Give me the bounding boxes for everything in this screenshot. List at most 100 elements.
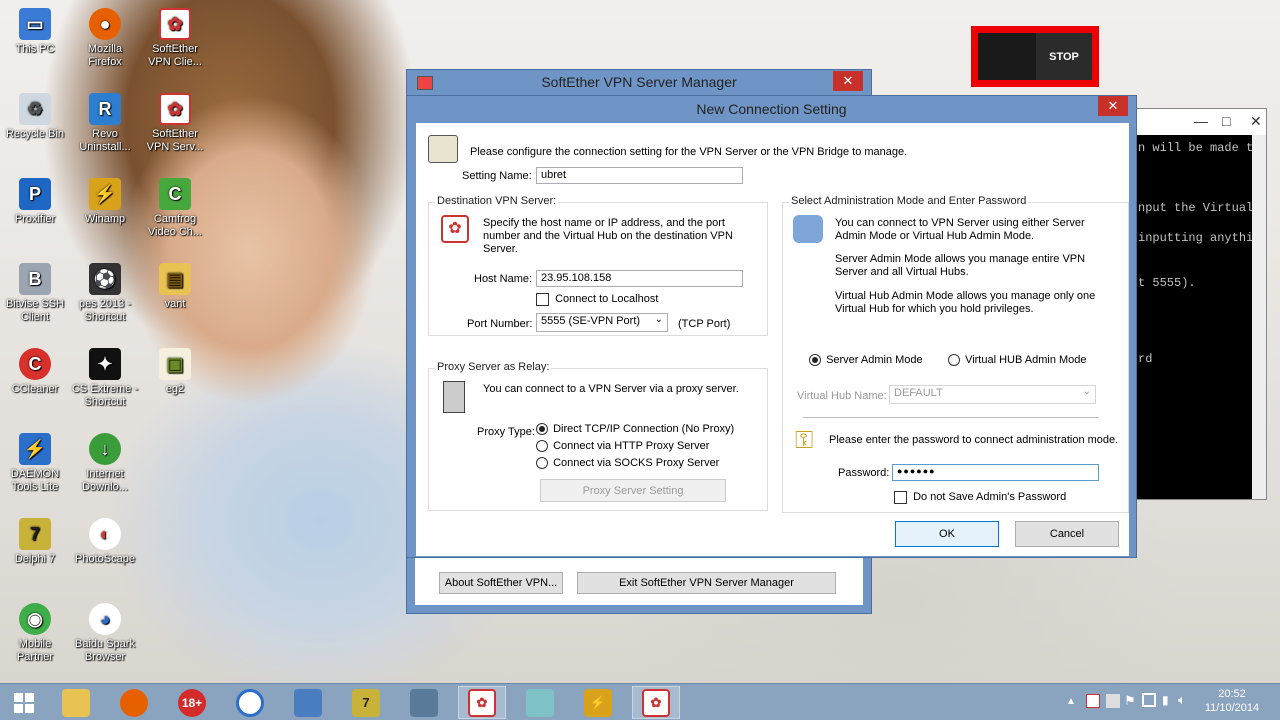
desktop-icon-bitvise[interactable]: B Bitvise SSH Client — [0, 263, 70, 324]
taskbar-file-explorer[interactable] — [52, 686, 100, 719]
taskbar-network-app[interactable] — [284, 686, 332, 719]
cancel-button[interactable]: Cancel — [1015, 521, 1119, 547]
no-save-password-checkbox[interactable]: Do not Save Admin's Password — [894, 491, 1066, 504]
taskbar-app-swirl[interactable] — [226, 686, 274, 719]
virtual-hub-name-label: Virtual Hub Name: — [797, 390, 887, 402]
taskbar-app-manager[interactable] — [400, 686, 448, 719]
proxy-server-setting-button[interactable]: Proxy Server Setting — [540, 479, 726, 502]
connect-localhost-checkbox[interactable]: Connect to Localhost — [536, 293, 658, 306]
winamp-icon: ⚡ — [89, 178, 121, 210]
tray-softether-icon[interactable] — [1086, 694, 1100, 708]
desktop-icon-label: SoftEther VPN Serv... — [146, 128, 204, 153]
virtual-hub-admin-mode-label: Virtual HUB Admin Mode — [965, 354, 1087, 366]
port-number-value: 5555 (SE-VPN Port) — [541, 315, 641, 327]
server-admin-mode-radio[interactable]: Server Admin Mode — [809, 354, 923, 367]
desktop-icon-ccleaner[interactable]: C CCleaner — [0, 348, 70, 396]
desktop-icon-this-pc[interactable]: ▭ This PC — [0, 8, 70, 56]
taskbar-18plus[interactable]: 18+ — [168, 686, 216, 719]
tray-network-icon[interactable] — [1142, 693, 1156, 707]
desktop-icon-label: eg2 — [165, 383, 185, 395]
virtual-hub-name-value: DEFAULT — [894, 387, 943, 399]
setting-name-input[interactable]: ubret — [536, 167, 743, 184]
password-input[interactable]: ●●●●●● — [892, 464, 1099, 481]
revo-icon: R — [89, 93, 121, 125]
desktop-icon-mobile-partner[interactable]: ◉ Mobile Partner — [0, 603, 70, 664]
delphi-icon: 7 — [352, 688, 380, 717]
radio-button[interactable] — [536, 423, 548, 436]
taskbar-firefox[interactable] — [110, 686, 158, 719]
proxy-option-http[interactable]: Connect via HTTP Proxy Server — [536, 440, 709, 453]
desktop-icon-photoscape[interactable]: ◐ PhotoScape — [70, 518, 140, 566]
radio-button[interactable] — [948, 354, 960, 367]
exit-button[interactable]: Exit SoftEther VPN Server Manager — [577, 572, 836, 594]
divider — [803, 417, 1099, 418]
desktop-icon-recycle-bin[interactable]: ♻ Recycle Bin — [0, 93, 70, 141]
taskbar-softether-server[interactable]: ✿ — [632, 686, 680, 719]
host-name-input[interactable]: 23.95.108.158 — [536, 270, 743, 287]
maximize-icon[interactable]: □ — [1222, 113, 1230, 129]
proxy-desc: You can connect to a VPN Server via a pr… — [483, 383, 739, 395]
desktop-icon-delphi[interactable]: 7 Delphi 7 — [0, 518, 70, 566]
desktop-icon-label: Recycle Bin — [5, 128, 65, 140]
chevron-down-icon: ⌄ — [1082, 386, 1091, 397]
close-button[interactable]: ✕ — [1098, 96, 1128, 116]
stop-button[interactable]: STOP — [1036, 33, 1092, 80]
desktop-icon-firefox[interactable]: ● Mozilla Firefox — [70, 8, 140, 69]
console-scrollbar[interactable] — [1252, 135, 1266, 499]
radio-button[interactable] — [536, 440, 548, 453]
desktop-icon-label: DAEMON Tools Lite — [10, 468, 60, 493]
firefox-icon: ● — [89, 8, 121, 40]
destination-desc: Specify the host name or IP address, and… — [483, 217, 733, 255]
pes-icon: ⚽ — [89, 263, 121, 295]
start-button[interactable] — [0, 686, 48, 719]
desktop: ▭ This PC ● Mozilla Firefox ✿ SoftEther … — [0, 0, 1280, 683]
desktop-icon-idm[interactable]: ↓ Internet Downlo... — [70, 433, 140, 494]
checkbox-box[interactable] — [536, 293, 549, 306]
desktop-icon-proxifier[interactable]: P Proxifier — [0, 178, 70, 226]
tray-flag-icon[interactable]: ⚑ — [1124, 693, 1136, 709]
desktop-icon-softether-server[interactable]: ✿ SoftEther VPN Serv... — [140, 93, 210, 154]
dialog-title: New Connection Setting — [696, 101, 847, 117]
desktop-icon-cs[interactable]: ✦ CS Extreme - Shortcut — [70, 348, 140, 409]
desktop-icon-vant[interactable]: ▤ vant — [140, 263, 210, 311]
desktop-icon-revo[interactable]: R Revo Uninstall... — [70, 93, 140, 154]
adult-badge-icon: 18+ — [178, 688, 206, 717]
proxy-server-icon — [443, 381, 465, 413]
radio-button[interactable] — [536, 457, 548, 470]
checkbox-box[interactable] — [894, 491, 907, 504]
virtual-hub-admin-mode-radio[interactable]: Virtual HUB Admin Mode — [948, 354, 1087, 367]
desktop-icon-daemon[interactable]: ⚡ DAEMON Tools Lite — [0, 433, 70, 494]
taskbar-app-box[interactable] — [516, 686, 564, 719]
desktop-icon-label: PhotoScape — [75, 553, 135, 565]
taskbar-winamp[interactable]: ⚡ — [574, 686, 622, 719]
virtual-hub-name-select[interactable]: DEFAULT ⌄ — [889, 385, 1096, 404]
console-window: — □ ✕ n will be made to nput the Virtual… — [1135, 108, 1267, 500]
desktop-icon-eg2[interactable]: ▣ eg2 — [140, 348, 210, 396]
desktop-icon-softether-client[interactable]: ✿ SoftEther VPN Clie... — [140, 8, 210, 69]
desktop-icon-camfrog[interactable]: C Camfrog Video Ch... — [140, 178, 210, 239]
close-icon[interactable]: ✕ — [1250, 113, 1262, 130]
taskbar-softether[interactable]: ✿ — [458, 686, 506, 719]
desktop-icon-baidu[interactable]: ◕ Baidu Spark Browser — [70, 603, 140, 664]
desktop-icon-pes[interactable]: ⚽ pes 2013 - Shortcut — [70, 263, 140, 324]
minimize-icon[interactable]: — — [1194, 113, 1208, 129]
tray-signal-icon[interactable]: ▮ — [1162, 693, 1169, 707]
proxifier-icon: P — [19, 178, 51, 210]
close-button[interactable]: ✕ — [833, 71, 863, 91]
delphi-icon: 7 — [19, 518, 51, 550]
desktop-icon-label: SoftEther VPN Clie... — [148, 43, 202, 68]
proxy-option-direct[interactable]: Direct TCP/IP Connection (No Proxy) — [536, 423, 734, 436]
tray-volume-icon[interactable]: 🔈︎ — [1178, 692, 1186, 708]
admin-desc-2: Server Admin Mode allows you manage enti… — [835, 253, 1086, 278]
tray-app-icon[interactable] — [1106, 694, 1120, 708]
desktop-icon-label: vant — [164, 298, 186, 310]
about-button[interactable]: About SoftEther VPN... — [439, 572, 563, 594]
port-number-select[interactable]: 5555 (SE-VPN Port) ⌄ — [536, 313, 668, 332]
ok-button[interactable]: OK — [895, 521, 999, 547]
taskbar-delphi[interactable]: 7 — [342, 686, 390, 719]
radio-button[interactable] — [809, 354, 821, 367]
desktop-icon-winamp[interactable]: ⚡ Winamp — [70, 178, 140, 226]
proxy-option-socks[interactable]: Connect via SOCKS Proxy Server — [536, 457, 719, 470]
clock[interactable]: 20:52 11/10/2014 — [1200, 687, 1264, 715]
tray-show-hidden-icon[interactable]: ▲ — [1066, 696, 1076, 707]
